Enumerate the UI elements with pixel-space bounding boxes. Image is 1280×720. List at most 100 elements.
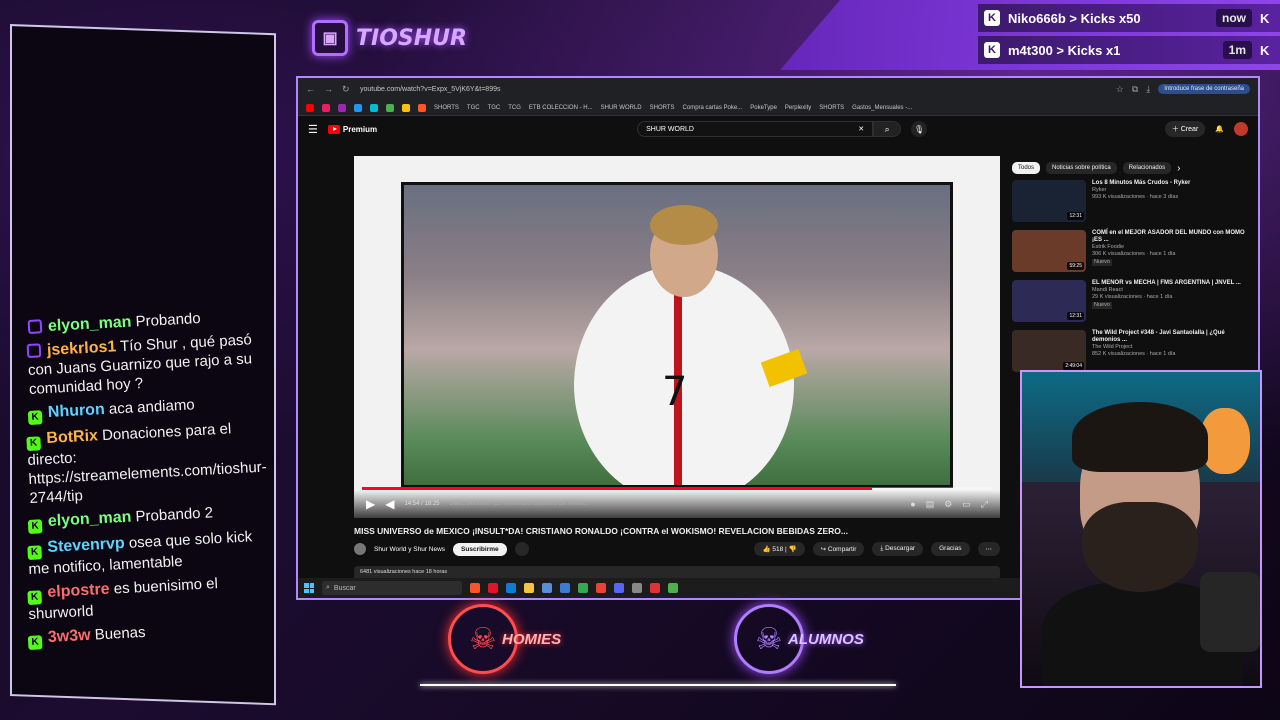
recommendation-item[interactable]: 2:49:04 The Wild Project #348 - Javi Sant… [1012, 330, 1252, 374]
windows-start-icon[interactable] [304, 583, 314, 593]
recommendation-title[interactable]: COMÍ en el MEJOR ASADOR DEL MUNDO con MO… [1092, 230, 1252, 244]
recommendation-item[interactable]: 12:31 EL MENOR vs MECHA | FMS ARGENTINA |… [1012, 280, 1252, 324]
obs-icon[interactable] [632, 583, 642, 593]
recommendation-meta: 29 K visualizaciones · hace 1 día [1092, 294, 1173, 300]
chrome-icon[interactable] [578, 583, 588, 593]
filter-chip[interactable]: Noticias sobre política [1046, 162, 1117, 174]
recommendation-title[interactable]: Los 8 Minutos Más Crudos - Ryker [1092, 180, 1190, 187]
chrome-icon[interactable] [596, 583, 606, 593]
alert-item: K Niko666b > Kicks x50 now K [978, 4, 1280, 32]
bookmark-icon[interactable] [354, 103, 362, 112]
thanks-button[interactable]: Gracias [931, 542, 970, 556]
bookmark-item[interactable]: SHORTS [434, 105, 459, 111]
recommendation-item[interactable]: 59:25 COMÍ en el MEJOR ASADOR DEL MUNDO c… [1012, 230, 1252, 274]
menu-icon[interactable]: ☰ [308, 123, 318, 136]
chapter-title[interactable]: David Beckham ¡Es nombrado caballero del… [450, 501, 589, 507]
bookmark-item[interactable]: PokeType [750, 105, 777, 111]
video-thumbnail[interactable]: 12:31 [1012, 280, 1086, 322]
reload-icon[interactable]: ↻ [342, 84, 352, 95]
bookmark-icon[interactable] [418, 103, 426, 112]
create-button[interactable]: ＋ Crear [1164, 121, 1206, 137]
bookmark-icon[interactable] [402, 103, 410, 112]
bookmark-item[interactable]: SHUR WORLD [601, 105, 642, 111]
recommendation-info: The Wild Project #348 - Javi Santaolalla… [1092, 330, 1252, 374]
search-input[interactable]: SHUR WORLD ✕ [637, 121, 874, 137]
microphone-arm [1200, 572, 1260, 652]
bookmark-icon[interactable] [386, 103, 394, 112]
channel-name[interactable]: Shur World y Shur News [374, 546, 445, 553]
download-button[interactable]: ⤓ Descargar [872, 542, 924, 556]
bookmark-icon[interactable] [338, 103, 346, 112]
pokeball-icon[interactable] [650, 583, 660, 593]
bookmark-icon[interactable] [306, 103, 314, 112]
autoplay-icon[interactable]: ● [910, 499, 915, 510]
clear-icon[interactable]: ✕ [858, 125, 864, 133]
filter-chip[interactable]: Todos [1012, 162, 1041, 174]
extensions-icon[interactable]: ⧉ [1132, 84, 1138, 95]
chat-message: Kelpostre es buenisimo el shurworld [27, 571, 269, 624]
bookmark-item[interactable]: TCG [508, 105, 521, 111]
address-bar[interactable]: youtube.com/watch?v=Expx_5VjK6Y&t=899s [360, 86, 1108, 93]
more-icon[interactable]: ⋯ [977, 542, 1000, 556]
twitch-icon [26, 343, 42, 359]
search-icon[interactable]: ⌕ [873, 121, 902, 137]
channel-row: Shur World y Shur News Suscribirme 👍 518… [354, 542, 1000, 556]
video-thumbnail[interactable]: 2:49:04 [1012, 330, 1086, 372]
bookmark-item[interactable]: TGC [488, 105, 501, 111]
video-actions: 👍 518 | 👎 ↪ Compartir ⤓ Descargar Gracia… [754, 542, 1000, 556]
folder-icon[interactable] [524, 583, 534, 593]
theater-icon[interactable]: ▭ [962, 499, 971, 510]
share-button[interactable]: ↪ Compartir [812, 542, 865, 556]
fullscreen-icon[interactable]: ⤢ [981, 499, 988, 510]
streamer-hair [1072, 402, 1208, 472]
opera-icon[interactable] [488, 583, 498, 593]
video-thumbnail[interactable]: 12:31 [1012, 180, 1086, 222]
subscribe-button[interactable]: Suscribirme [453, 542, 507, 556]
channel-avatar[interactable] [354, 543, 366, 555]
browser-toolbar: ← → ↻ youtube.com/watch?v=Expx_5VjK6Y&t=… [298, 78, 1258, 100]
settings-icon[interactable]: ⚙ [944, 499, 952, 510]
discord-icon[interactable] [614, 583, 624, 593]
chevron-right-icon[interactable]: › [1177, 163, 1180, 174]
bookmark-icon[interactable] [370, 103, 378, 112]
bookmark-item[interactable]: SHORTS [819, 105, 844, 111]
play-icon[interactable]: ▶ [366, 497, 375, 511]
bookmark-icon[interactable] [322, 103, 330, 112]
recommendation-channel[interactable]: Mandi React [1092, 287, 1241, 294]
recommendation-channel[interactable]: Ryker [1092, 187, 1190, 194]
recommendation-item[interactable]: 12:31 Los 8 Minutos Más Crudos - Ryker Ryk… [1012, 180, 1252, 224]
download-icon[interactable]: ⤓ [1146, 84, 1150, 95]
video-thumbnail[interactable]: 59:25 [1012, 230, 1086, 272]
star-icon[interactable]: ☆ [1116, 84, 1124, 95]
chat-text: Probando [135, 309, 202, 331]
bookmark-item[interactable]: Perplexity [785, 105, 811, 111]
filter-chip[interactable]: Relacionados [1122, 162, 1172, 174]
brave-icon[interactable] [470, 583, 480, 593]
recommendation-channel[interactable]: Estrik Foodie [1092, 244, 1252, 251]
volume-icon[interactable]: ◀ [385, 497, 394, 511]
recommendation-list: 12:31 Los 8 Minutos Más Crudos - Ryker Ryk… [1012, 180, 1252, 374]
like-button[interactable]: 👍 518 | 👎 [754, 542, 805, 556]
youtube-logo[interactable]: Premium [327, 124, 377, 134]
bookmark-item[interactable]: TGC [467, 105, 480, 111]
bookmark-item[interactable]: Compra cartas Poke... [683, 105, 743, 111]
subtitles-icon[interactable]: ▤ [926, 499, 935, 510]
microphone-icon[interactable]: 🎙 [911, 121, 928, 137]
avatar[interactable] [1234, 122, 1248, 136]
back-icon[interactable]: ← [306, 84, 316, 94]
app-icon[interactable] [560, 583, 570, 593]
password-chip[interactable]: Introduce frase de contraseña [1158, 84, 1250, 94]
bell-icon[interactable]: 🔔 [1215, 125, 1224, 133]
recommendation-title[interactable]: The Wild Project #348 - Javi Santaolalla… [1092, 330, 1252, 344]
recommendation-title[interactable]: EL MENOR vs MECHA | FMS ARGENTINA | JNVE… [1092, 280, 1241, 287]
bookmark-item[interactable]: Gastos_Mensuales -... [852, 105, 912, 111]
app-icon[interactable] [668, 583, 678, 593]
taskbar-search[interactable]: ⌕ Buscar [322, 581, 462, 595]
recommendation-channel[interactable]: The Wild Project [1092, 344, 1252, 351]
bookmark-item[interactable]: ETB COLECCION - H... [529, 105, 593, 111]
bookmark-item[interactable]: SHORTS [650, 105, 675, 111]
app-icon[interactable] [542, 583, 552, 593]
edge-icon[interactable] [506, 583, 516, 593]
forward-icon[interactable]: → [324, 84, 334, 94]
video-player[interactable]: 7 ▶ ◀ 14:54 / 18:25 David Beckham ¡Es no… [354, 156, 1000, 518]
